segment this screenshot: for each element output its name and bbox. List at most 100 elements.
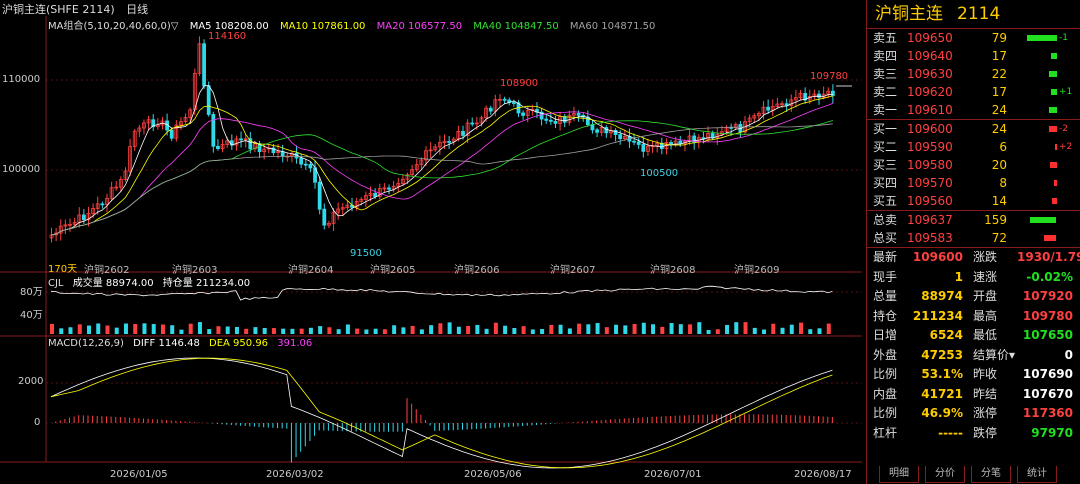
tab-price-distribution[interactable]: 分价 xyxy=(925,466,965,483)
level-change: -2 xyxy=(1059,124,1068,134)
level-label: 卖三 xyxy=(873,67,898,81)
level-label: 买五 xyxy=(873,194,898,208)
bid-level-row[interactable]: 买一 109600 24 -2 xyxy=(867,120,1080,138)
level-price: 109600 xyxy=(907,122,953,136)
ma-group-label[interactable]: MA组合(5,10,20,40,60,0) xyxy=(48,21,171,32)
quote-value: 1 xyxy=(954,269,963,284)
ask-level-row[interactable]: 卖二 109620 17 +1 xyxy=(867,83,1080,101)
candle-body xyxy=(81,214,86,221)
contract-label-2605: 沪铜2605 xyxy=(370,265,416,276)
indicator-header: 沪铜主连(SHFE 2114) 日线 xyxy=(2,1,148,16)
volume-bar xyxy=(77,324,82,334)
volume-bar xyxy=(114,327,119,334)
contract-label-2607: 沪铜2607 xyxy=(550,265,596,276)
quote-panel: 沪铜主连 2114 卖五 109650 79 -1 卖四 109640 17 卖三 109630 2… xyxy=(866,0,1080,484)
volume-bar xyxy=(456,326,461,334)
quote-value: -0.02% xyxy=(1026,269,1073,284)
volume-bar xyxy=(207,329,212,334)
bid-level-row[interactable]: 买三 109580 20 xyxy=(867,156,1080,174)
volume-bar xyxy=(308,327,313,334)
candle-body xyxy=(202,43,206,87)
total-sell-bar xyxy=(1030,217,1056,223)
bid-level-row[interactable]: 买五 109560 14 xyxy=(867,192,1080,210)
level-label: 买一 xyxy=(873,122,898,136)
macd-axis-0: 0 xyxy=(34,417,41,428)
quote-label: 内盘 xyxy=(873,386,898,401)
candle-body xyxy=(280,151,285,157)
candle-body xyxy=(303,163,308,166)
level-price: 109580 xyxy=(907,158,953,172)
date-label-5: 2026/08/17 xyxy=(794,469,852,480)
volume-bar xyxy=(318,326,323,334)
volume-bar xyxy=(614,324,619,334)
volume-bar xyxy=(752,327,757,334)
volume-bar xyxy=(651,324,656,334)
level-volume: 24 xyxy=(991,122,1007,136)
level-volume: 17 xyxy=(991,85,1007,99)
tab-detail[interactable]: 明细 xyxy=(879,466,919,483)
candle-body xyxy=(562,116,567,123)
candle-body xyxy=(548,119,553,122)
quote-label: 比例 xyxy=(873,367,898,381)
quote-label: 最高 xyxy=(973,308,998,323)
ask-level-row[interactable]: 卖四 109640 17 xyxy=(867,47,1080,65)
volume-bar xyxy=(817,328,822,334)
volume-bar xyxy=(123,323,128,334)
ask-level-row[interactable]: 卖三 109630 22 xyxy=(867,65,1080,83)
volume-bar xyxy=(188,323,193,334)
candle-body xyxy=(322,208,327,226)
order-totals: 总卖 109637 159 总买 109583 72 xyxy=(867,211,1080,248)
candle-body xyxy=(373,193,378,197)
macd-indicator-name[interactable]: MACD(12,26,9) xyxy=(48,338,124,349)
quote-row: 日增 6524 最低 107650 xyxy=(867,326,1080,346)
candle-body xyxy=(216,145,220,149)
contract-label-2608: 沪铜2608 xyxy=(650,265,696,276)
volume-bar xyxy=(706,329,711,334)
volume-value: 成交量 88974.00 xyxy=(72,278,154,289)
level-price: 109560 xyxy=(907,194,953,208)
ma-group-dropdown-icon[interactable]: ▽ xyxy=(171,21,179,32)
chart-canvas[interactable] xyxy=(0,0,862,484)
level-volume: 22 xyxy=(991,67,1007,81)
kline-chart-area[interactable]: 沪铜主连(SHFE 2114) 日线 MA组合(5,10,20,40,60,0)… xyxy=(0,0,862,484)
quote-label[interactable]: 结算价▾ xyxy=(973,346,1015,366)
volume-indicator-name[interactable]: CJL xyxy=(48,278,64,289)
macd-value: 391.06 xyxy=(277,338,313,349)
candle-body xyxy=(618,134,623,140)
macd-dea-line xyxy=(50,357,833,469)
tab-statistics[interactable]: 统计 xyxy=(1017,466,1057,483)
bid-level-row[interactable]: 买二 109590 6 +2 xyxy=(867,138,1080,156)
tab-tick[interactable]: 分笔 xyxy=(971,466,1011,483)
quote-value: 1930/1.79% xyxy=(1017,250,1080,264)
quote-label: 开盘 xyxy=(973,289,998,303)
volume-bar xyxy=(688,324,693,334)
volume-bar xyxy=(345,324,350,334)
level-volume: 20 xyxy=(991,158,1007,172)
quote-row: 现手 1 速涨 -0.02% xyxy=(867,268,1080,288)
volume-bar xyxy=(86,325,91,334)
ask-level-row[interactable]: 卖五 109650 79 -1 xyxy=(867,29,1080,47)
level-volume-bar xyxy=(1050,162,1057,168)
total-buy-label: 总买 xyxy=(873,231,898,245)
ask-level-row[interactable]: 卖一 109610 24 xyxy=(867,101,1080,119)
volume-bar xyxy=(503,325,508,334)
volume-bar xyxy=(577,323,582,334)
level-volume-bar xyxy=(1051,89,1057,95)
bid-level-row[interactable]: 买四 109570 8 xyxy=(867,174,1080,192)
volume-bar xyxy=(743,322,748,334)
quote-value: 107690 xyxy=(1022,367,1073,381)
volume-bar xyxy=(586,324,591,334)
volume-bar xyxy=(484,328,489,334)
low-annotation-100500: 100500 xyxy=(640,168,679,179)
level-volume: 17 xyxy=(991,49,1007,63)
volume-bar xyxy=(262,327,267,334)
symbol-label[interactable]: 沪铜主连(SHFE 2114) xyxy=(2,3,115,16)
period-label[interactable]: 日线 xyxy=(126,3,148,16)
volume-bar xyxy=(355,328,360,334)
level-label: 卖五 xyxy=(873,31,898,45)
bid-levels: 买一 109600 24 -2 买二 109590 6 +2 买三 109580 20 买四 10957… xyxy=(867,120,1080,211)
quote-label: 总量 xyxy=(873,289,898,303)
candle-body xyxy=(590,124,595,131)
ma10-value: MA10 107861.00 xyxy=(279,21,366,32)
level-price: 109570 xyxy=(907,176,953,190)
